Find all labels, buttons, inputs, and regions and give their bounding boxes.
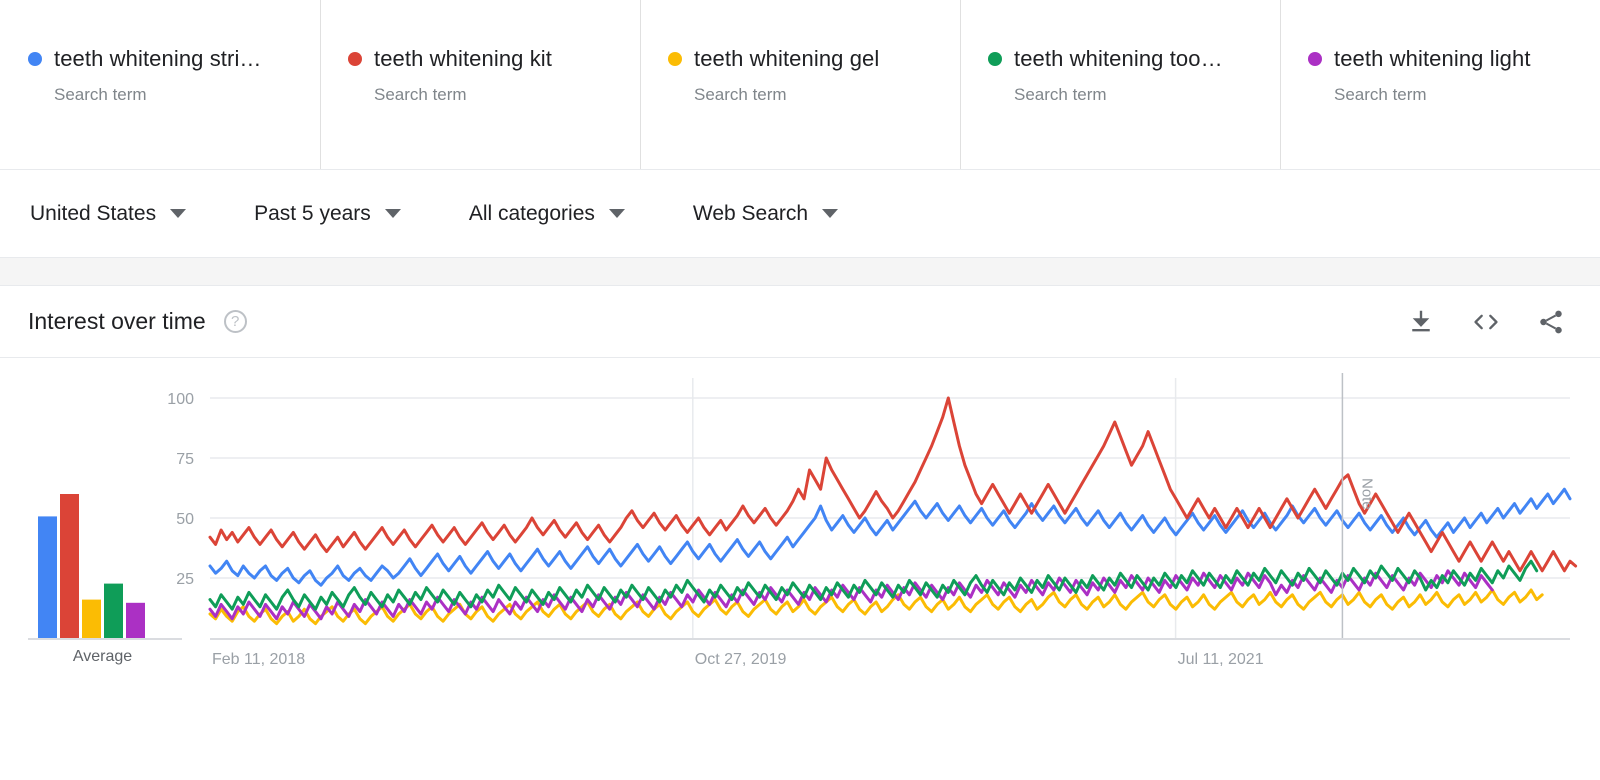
filter-bar: United States Past 5 years All categorie… xyxy=(0,170,1600,258)
term-type-label: Search term xyxy=(1014,85,1280,105)
header-actions xyxy=(1406,307,1566,337)
term-type-label: Search term xyxy=(374,85,640,105)
term-name: teeth whitening too… xyxy=(1014,46,1223,72)
y-axis-tick-label: 25 xyxy=(176,571,194,588)
term-card-3[interactable]: teeth whitening too… Search term xyxy=(960,0,1280,169)
chevron-down-icon xyxy=(170,209,186,218)
term-name: teeth whitening light xyxy=(1334,46,1531,72)
filter-location[interactable]: United States xyxy=(30,202,186,226)
chart-area: Average 255075100Feb 11, 2018Oct 27, 201… xyxy=(0,358,1600,776)
legend-dot-icon xyxy=(988,52,1002,66)
term-header: teeth whitening kit xyxy=(348,46,640,72)
chevron-down-icon xyxy=(609,209,625,218)
filter-category-label: All categories xyxy=(469,202,595,226)
legend-dot-icon xyxy=(1308,52,1322,66)
y-axis-tick-label: 75 xyxy=(176,451,194,468)
filter-search-type[interactable]: Web Search xyxy=(693,202,838,226)
term-type-label: Search term xyxy=(694,85,960,105)
interest-over-time-chart[interactable]: 25 50 75 100 Feb 11, 2018 Oct 27, 2019 Jul 11,… xyxy=(0,358,1600,776)
term-name: teeth whitening gel xyxy=(694,46,879,72)
x-axis-tick-label: Oct 27, 2019 xyxy=(695,651,787,668)
term-header: teeth whitening light xyxy=(1308,46,1600,72)
note-label[interactable]: Note xyxy=(1358,478,1375,510)
legend-dot-icon xyxy=(348,52,362,66)
term-header: teeth whitening stri… xyxy=(28,46,320,72)
term-type-label: Search term xyxy=(1334,85,1600,105)
term-card-1[interactable]: teeth whitening kit Search term xyxy=(320,0,640,169)
legend-dot-icon xyxy=(28,52,42,66)
embed-icon[interactable] xyxy=(1470,307,1502,337)
term-header: teeth whitening gel xyxy=(668,46,960,72)
filter-time-range[interactable]: Past 5 years xyxy=(254,202,401,226)
term-name: teeth whitening kit xyxy=(374,46,552,72)
y-axis-tick-label: 50 xyxy=(176,511,194,528)
filter-category[interactable]: All categories xyxy=(469,202,625,226)
series-line[interactable] xyxy=(210,561,1537,609)
search-terms-row: teeth whitening stri… Search term teeth … xyxy=(0,0,1600,170)
filter-location-label: United States xyxy=(30,202,156,226)
filter-time-range-label: Past 5 years xyxy=(254,202,371,226)
term-card-2[interactable]: teeth whitening gel Search term xyxy=(640,0,960,169)
share-icon[interactable] xyxy=(1536,307,1566,337)
term-name: teeth whitening stri… xyxy=(54,46,262,72)
interest-over-time-header: Interest over time ? xyxy=(0,286,1600,358)
term-card-0[interactable]: teeth whitening stri… Search term xyxy=(0,0,320,169)
download-icon[interactable] xyxy=(1406,307,1436,337)
trends-page: teeth whitening stri… Search term teeth … xyxy=(0,0,1600,780)
term-type-label: Search term xyxy=(54,85,320,105)
x-axis-tick-label: Jul 11, 2021 xyxy=(1178,651,1264,668)
legend-dot-icon xyxy=(668,52,682,66)
filter-search-type-label: Web Search xyxy=(693,202,808,226)
page-title: Interest over time xyxy=(28,308,206,335)
help-icon[interactable]: ? xyxy=(224,310,247,333)
chevron-down-icon xyxy=(385,209,401,218)
term-card-4[interactable]: teeth whitening light Search term xyxy=(1280,0,1600,169)
x-axis-tick-label: Feb 11, 2018 xyxy=(212,651,305,668)
section-divider xyxy=(0,258,1600,286)
y-axis-tick-label: 100 xyxy=(167,391,194,408)
chevron-down-icon xyxy=(822,209,838,218)
term-header: teeth whitening too… xyxy=(988,46,1280,72)
